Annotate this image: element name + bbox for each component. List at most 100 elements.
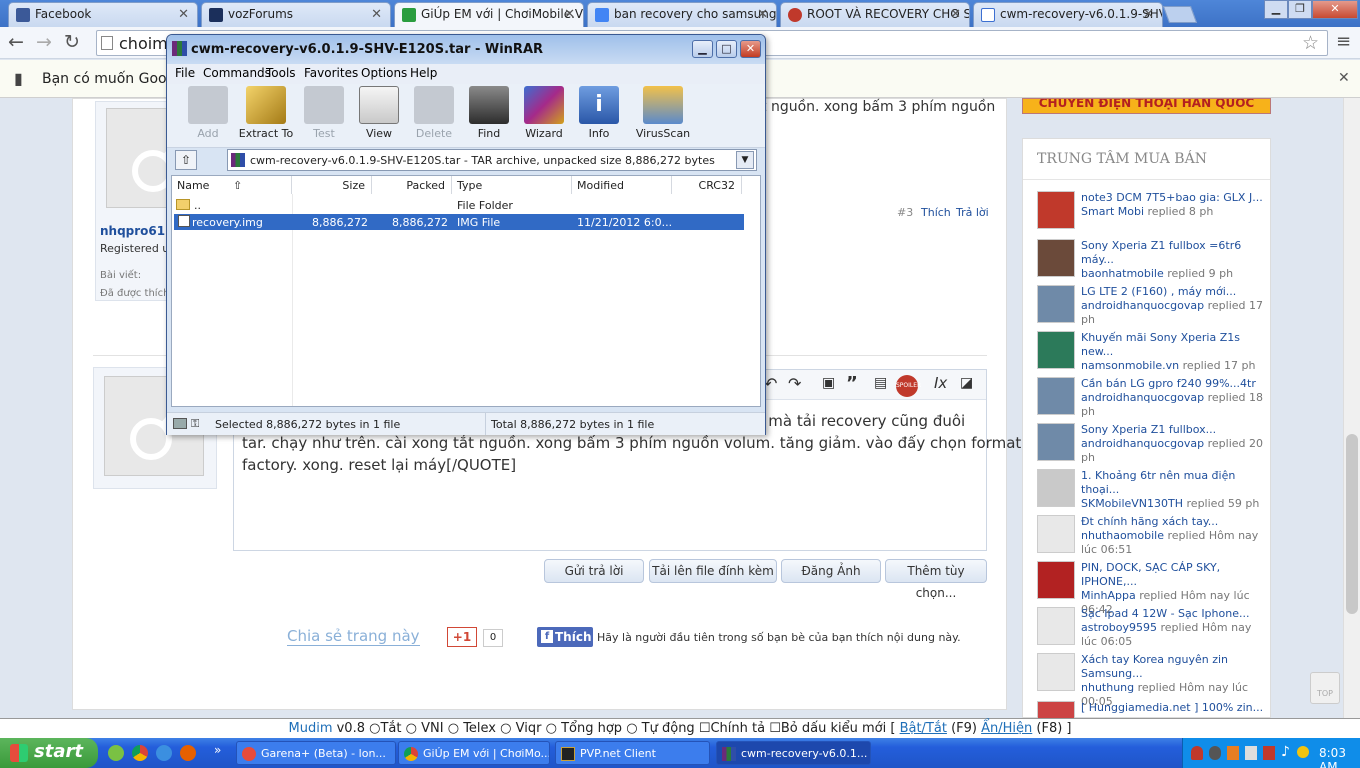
toggle-link[interactable]: Bật/Tắt — [900, 721, 947, 736]
checkbox-spell[interactable]: ☐ — [699, 721, 711, 736]
bookmark-star-icon[interactable]: ☆ — [1302, 32, 1319, 54]
tray-app-icon[interactable] — [1209, 746, 1221, 760]
extract-to-button[interactable]: Extract To — [238, 86, 294, 140]
thread-title[interactable]: Cần bán LG gpro f240 99%...4tr — [1081, 377, 1267, 391]
spoiler-icon[interactable]: SPOILER — [896, 375, 921, 397]
scrollbar-thumb[interactable] — [1346, 434, 1358, 614]
thread-title[interactable]: Đt chính hãng xách tay... — [1081, 515, 1267, 529]
clear-format-icon[interactable]: Ix — [934, 374, 947, 392]
thread-thumbnail[interactable] — [1037, 423, 1075, 461]
thread-thumbnail[interactable] — [1037, 331, 1075, 369]
radio-off[interactable]: ○ — [369, 721, 380, 736]
up-folder-icon[interactable]: ⇧ — [175, 150, 197, 170]
column-header-modified[interactable]: Modified — [572, 176, 672, 194]
menu-help[interactable]: Help — [410, 66, 437, 80]
close-tab-icon[interactable]: ✕ — [1143, 7, 1154, 22]
volume-icon[interactable]: ♪ — [1281, 744, 1290, 760]
start-button[interactable]: start — [0, 738, 98, 768]
thread-user[interactable]: baonhatmobile — [1081, 267, 1164, 280]
thread-title[interactable]: PIN, DOCK, SẠC CÁP SKY, IPHONE,... — [1081, 561, 1267, 589]
close-tab-icon[interactable]: ✕ — [371, 7, 382, 22]
thread-user[interactable]: androidhanquocgovap — [1081, 437, 1204, 450]
thread-title[interactable]: 1. Khoảng 6tr nên mua điện thoại... — [1081, 469, 1267, 497]
winrar-titlebar[interactable]: cwm-recovery-v6.0.1.9-SHV-E120S.tar - Wi… — [167, 35, 765, 64]
media-icon[interactable]: ▣ — [822, 375, 835, 391]
clock[interactable]: 8:03 AM — [1319, 746, 1360, 768]
minimize-window-button[interactable]: ▁ — [1264, 0, 1288, 19]
undo-icon[interactable]: ↶ — [764, 374, 777, 393]
expand-arrows-icon[interactable]: » — [214, 743, 221, 757]
view-button[interactable]: View — [351, 86, 407, 140]
new-tab-button[interactable] — [1162, 6, 1198, 23]
thread-thumbnail[interactable] — [1037, 285, 1075, 323]
thread-title[interactable]: Xách tay Korea nguyên zin Samsung... — [1081, 653, 1267, 681]
reply-link[interactable]: Trả lời — [956, 206, 989, 219]
thread-title[interactable]: Sony Xperia Z1 fullbox =6tr6 máy... — [1081, 239, 1267, 267]
page-scrollbar[interactable] — [1343, 98, 1360, 718]
thread-title[interactable]: note3 DCM 7T5+bao gia: GLX J... — [1081, 191, 1267, 205]
column-header-name[interactable]: Name ⇧ — [172, 176, 292, 194]
taskbar-item-winrar[interactable]: cwm-recovery-v6.0.1... — [716, 741, 871, 765]
thread-title[interactable]: Sạc Ipad 4 12W - Sạc Iphone... — [1081, 607, 1267, 621]
close-infobar-icon[interactable]: ✕ — [1338, 70, 1350, 86]
thread-title[interactable]: LG LTE 2 (F160) , máy mới... — [1081, 285, 1267, 299]
save-icon[interactable]: ▤ — [874, 375, 887, 391]
close-tab-icon[interactable]: ✕ — [564, 7, 575, 22]
back-to-top-button[interactable]: TOP — [1310, 672, 1340, 704]
mudim-brand[interactable]: Mudim — [289, 721, 333, 736]
thread-user[interactable]: SKMobileVN130TH — [1081, 497, 1183, 510]
info-button[interactable]: i Info — [571, 86, 627, 140]
chrome-icon[interactable] — [132, 745, 148, 761]
radio-auto[interactable]: ○ — [626, 721, 637, 736]
tray-network-icon[interactable] — [1245, 746, 1257, 760]
thread-user[interactable]: MinhAppa — [1081, 589, 1136, 602]
winrar-minimize-button[interactable]: ▁ — [692, 40, 713, 58]
thread-user[interactable]: astroboy9595 — [1081, 621, 1157, 634]
close-window-button[interactable]: ✕ — [1312, 0, 1358, 19]
table-row[interactable]: recovery.img 8,886,272 8,886,272 IMG Fil… — [174, 214, 744, 230]
post-username[interactable]: nhqpro612 — [100, 224, 173, 238]
tray-user-icon[interactable] — [1191, 746, 1203, 760]
column-header-type[interactable]: Type — [452, 176, 572, 194]
test-button[interactable]: Test — [296, 86, 352, 140]
thread-user[interactable]: androidhanquocgovap — [1081, 299, 1204, 312]
google-plus-button[interactable]: +1 — [447, 627, 477, 647]
thread-thumbnail[interactable] — [1037, 191, 1075, 229]
thread-user[interactable]: Smart Mobi — [1081, 205, 1144, 218]
back-icon[interactable]: ← — [8, 31, 24, 53]
wizard-button[interactable]: Wizard — [516, 86, 572, 140]
virusscan-button[interactable]: VirusScan — [635, 86, 691, 140]
tray-alert-icon[interactable] — [1227, 746, 1239, 760]
tab-choimobile[interactable]: GiÚp EM với | ChơiMobile.Vn ✕ — [394, 2, 584, 27]
thread-user[interactable]: namsonmobile.vn — [1081, 359, 1179, 372]
menu-commands[interactable]: Commands — [203, 66, 271, 80]
firefox-icon[interactable] — [180, 745, 196, 761]
column-header-crc32[interactable]: CRC32 — [672, 176, 742, 194]
reload-icon[interactable]: ↻ — [64, 31, 80, 53]
add-button[interactable]: Add — [180, 86, 236, 140]
tab-root-recovery[interactable]: ROOT VÀ RECOVERY CHO S: ✕ — [780, 2, 970, 27]
table-row[interactable]: .. File Folder — [172, 197, 742, 213]
thread-user[interactable]: androidhanquocgovap — [1081, 391, 1204, 404]
tab-vozforums[interactable]: vozForums ✕ — [201, 2, 391, 27]
thread-user[interactable]: nhuthaomobile — [1081, 529, 1164, 542]
close-tab-icon[interactable]: ✕ — [178, 7, 189, 22]
close-tab-icon[interactable]: ✕ — [757, 7, 768, 22]
internet-explorer-icon[interactable] — [156, 745, 172, 761]
menu-icon[interactable]: ≡ — [1336, 31, 1351, 52]
quote-icon[interactable]: ” — [846, 373, 858, 394]
tab-facebook[interactable]: Facebook ✕ — [8, 2, 198, 27]
thread-thumbnail[interactable] — [1037, 515, 1075, 553]
close-tab-icon[interactable]: ✕ — [950, 7, 961, 22]
thread-title[interactable]: Khuyến mãi Sony Xperia Z1s new... — [1081, 331, 1267, 359]
menu-file[interactable]: File — [175, 66, 195, 80]
taskbar-item-garena[interactable]: Garena+ (Beta) - lon... — [236, 741, 396, 765]
quicklaunch-app-icon[interactable] — [108, 745, 124, 761]
show-hide-link[interactable]: Ẩn/Hiện — [981, 721, 1032, 736]
facebook-like-button[interactable]: f Thích — [537, 627, 593, 647]
tab-google-search[interactable]: ban recovery cho samsung s ✕ — [587, 2, 777, 27]
taskbar-item-chrome[interactable]: GiÚp EM với | ChơiMo... — [398, 741, 550, 765]
checkbox-new-accent[interactable]: ☐ — [769, 721, 781, 736]
tray-monitor-icon[interactable] — [1263, 746, 1275, 760]
menu-favorites[interactable]: Favorites — [304, 66, 358, 80]
